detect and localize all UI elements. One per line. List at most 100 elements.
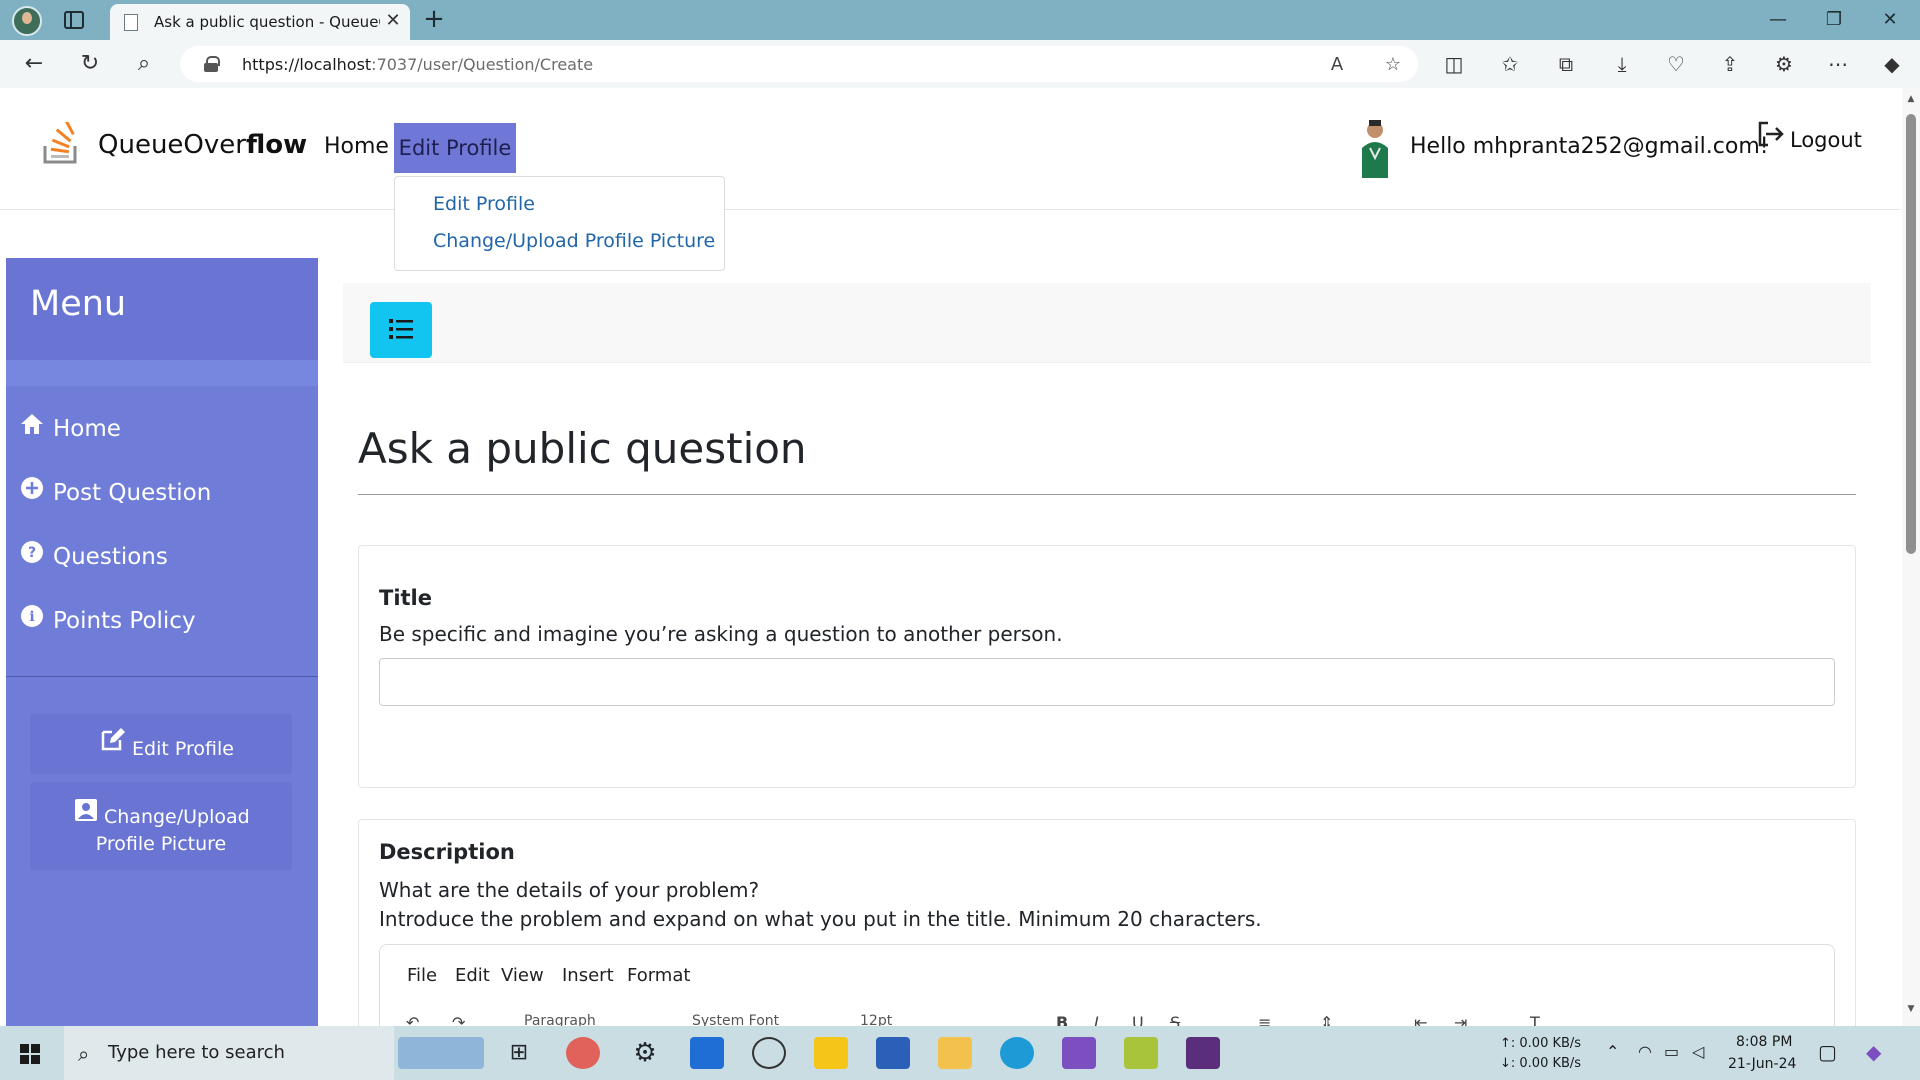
nav-home-link[interactable]: Home: [324, 134, 389, 159]
sidebar-edit-profile-button[interactable]: Edit Profile: [30, 714, 292, 774]
site-navbar: QueueOverflow Home Edit Profile Hello mh…: [0, 88, 1900, 210]
user-greeting: Hello mhpranta252@gmail.com!: [1410, 134, 1769, 159]
battery-icon[interactable]: ▭: [1664, 1042, 1679, 1061]
description-label: Description: [379, 840, 515, 864]
question-circle-icon: ?: [21, 541, 43, 563]
editor-menu-view[interactable]: View: [501, 965, 544, 986]
sidebar-toggle-button[interactable]: [370, 302, 432, 358]
browser-essentials-icon[interactable]: ♡: [1662, 50, 1690, 78]
more-options-icon[interactable]: ⋯: [1824, 50, 1852, 78]
sidebar-item-home[interactable]: Home: [20, 410, 310, 446]
extensions-icon[interactable]: ⚙: [1770, 50, 1798, 78]
terminal-app-icon[interactable]: [1186, 1037, 1220, 1069]
snipping-tool-icon[interactable]: [1124, 1037, 1158, 1069]
copilot-icon[interactable]: ◆: [1878, 50, 1906, 78]
taskbar-search-box[interactable]: ⌕ Type here to search: [64, 1026, 394, 1080]
outdent-icon[interactable]: ⇤: [1414, 1013, 1427, 1026]
editor-menu-insert[interactable]: Insert: [562, 965, 614, 986]
bold-icon[interactable]: B: [1056, 1013, 1068, 1026]
edit-profile-dropdown-menu: Edit Profile Change/Upload Profile Pictu…: [394, 176, 725, 271]
undo-icon[interactable]: ↶: [406, 1013, 419, 1026]
tab-close-icon[interactable]: ✕: [382, 10, 404, 32]
indent-icon[interactable]: ⇥: [1454, 1013, 1467, 1026]
read-aloud-icon[interactable]: A: [1324, 52, 1350, 78]
underline-icon[interactable]: U: [1132, 1013, 1144, 1026]
url-field[interactable]: https://localhost:7037/user/Question/Cre…: [180, 46, 1418, 82]
logout-icon[interactable]: [1756, 120, 1786, 148]
edge-browser-icon[interactable]: [1000, 1037, 1034, 1069]
strikethrough-icon[interactable]: S: [1170, 1013, 1180, 1026]
new-tab-icon[interactable]: +: [420, 6, 448, 34]
calendar-app-icon[interactable]: [690, 1037, 724, 1069]
description-hint-2: Introduce the problem and expand on what…: [379, 907, 1262, 931]
clock-time[interactable]: 8:08 PM: [1736, 1034, 1792, 1050]
copilot-taskbar-icon[interactable]: ◆: [1866, 1040, 1881, 1064]
word-app-icon[interactable]: [876, 1037, 910, 1069]
split-screen-icon[interactable]: ◫: [1440, 50, 1468, 78]
scroll-up-arrow-icon[interactable]: ▲: [1906, 94, 1916, 104]
sidebar-item-questions[interactable]: ? Questions: [20, 538, 310, 574]
show-hidden-icons-chevron-icon[interactable]: ⌃: [1606, 1042, 1619, 1061]
align-icon[interactable]: ≡: [1258, 1013, 1271, 1026]
sidebar-item-label: Home: [53, 416, 121, 442]
share-icon[interactable]: ⇪: [1716, 50, 1744, 78]
scroll-down-arrow-icon[interactable]: ▼: [1906, 1004, 1916, 1014]
rich-text-editor: File Edit View Insert Format ↶ ↷ Paragra…: [379, 944, 1835, 1026]
block-format-select[interactable]: Paragraph: [524, 1013, 596, 1026]
browser-profile-avatar[interactable]: [12, 6, 42, 36]
browser-tab-active[interactable]: Ask a public question - QueueOverflow ✕: [110, 4, 410, 40]
downloads-icon[interactable]: ⤓: [1608, 50, 1636, 78]
minimize-window-icon[interactable]: —: [1764, 8, 1792, 32]
visual-studio-icon[interactable]: [1062, 1037, 1096, 1069]
favorite-star-icon[interactable]: ☆: [1380, 52, 1406, 78]
windows-start-icon[interactable]: [20, 1044, 40, 1064]
dropdown-edit-profile[interactable]: Edit Profile: [433, 193, 535, 215]
restore-window-icon[interactable]: ❐: [1820, 8, 1848, 32]
editor-menu-edit[interactable]: Edit: [455, 965, 490, 986]
file-explorer-icon[interactable]: [938, 1037, 972, 1069]
scrollbar-thumb[interactable]: [1906, 114, 1916, 554]
task-view-icon[interactable]: ⊞: [502, 1037, 536, 1069]
url-text: https://localhost:7037/user/Question/Cre…: [242, 55, 594, 74]
logout-link[interactable]: Logout: [1790, 128, 1862, 152]
tab-title: Ask a public question - QueueOverflow: [154, 13, 380, 31]
brand-name[interactable]: QueueOverflow: [98, 130, 307, 160]
redo-icon[interactable]: ↷: [452, 1013, 465, 1026]
editor-menu-format[interactable]: Format: [627, 965, 690, 986]
clock-date[interactable]: 21-Jun-24: [1728, 1056, 1796, 1072]
clear-formatting-icon[interactable]: T: [1530, 1013, 1540, 1026]
question-title-input[interactable]: [379, 658, 1835, 706]
refresh-icon[interactable]: ↻: [76, 50, 104, 78]
notifications-icon[interactable]: ▢: [1818, 1040, 1837, 1064]
workspaces-icon[interactable]: [64, 11, 84, 29]
sidebar: Menu Home Post Question ? Questions i Po…: [6, 258, 318, 1026]
back-arrow-icon[interactable]: ←: [20, 50, 48, 78]
dropdown-change-picture[interactable]: Change/Upload Profile Picture: [433, 230, 715, 252]
search-highlight-icon[interactable]: [398, 1037, 484, 1069]
italic-icon[interactable]: I: [1094, 1013, 1099, 1026]
volume-icon[interactable]: ◁: [1692, 1042, 1704, 1061]
font-size-select[interactable]: 12pt: [860, 1013, 892, 1026]
search-icon[interactable]: ⌕: [130, 50, 158, 78]
sidebar-item-points-policy[interactable]: i Points Policy: [20, 602, 310, 638]
editor-menu-file[interactable]: File: [407, 965, 437, 986]
close-window-icon[interactable]: ✕: [1876, 8, 1904, 32]
lock-icon[interactable]: [204, 56, 220, 72]
content-toolbar: [343, 283, 1871, 363]
paint-app-icon[interactable]: [566, 1037, 600, 1069]
sticky-notes-app-icon[interactable]: [814, 1037, 848, 1069]
font-family-select[interactable]: System Font: [692, 1013, 779, 1026]
sidebar-change-picture-button[interactable]: Change/Upload Profile Picture: [30, 782, 292, 870]
stack-logo-icon[interactable]: [42, 122, 82, 166]
browser-address-bar: ← ↻ ⌕ https://localhost:7037/user/Questi…: [0, 40, 1920, 88]
obs-app-icon[interactable]: [752, 1037, 786, 1069]
nav-edit-profile-dropdown[interactable]: Edit Profile: [394, 123, 516, 173]
favorites-icon[interactable]: ✩: [1496, 50, 1524, 78]
page-scrollbar[interactable]: ▲ ▼: [1902, 88, 1920, 1026]
sidebar-item-post-question[interactable]: Post Question: [20, 474, 310, 510]
search-icon: ⌕: [78, 1042, 90, 1066]
line-height-icon[interactable]: ⇕: [1320, 1013, 1333, 1026]
wifi-icon[interactable]: ◠: [1638, 1042, 1652, 1061]
collections-icon[interactable]: ⧉: [1552, 50, 1580, 78]
settings-gear-icon[interactable]: ⚙: [628, 1037, 662, 1069]
